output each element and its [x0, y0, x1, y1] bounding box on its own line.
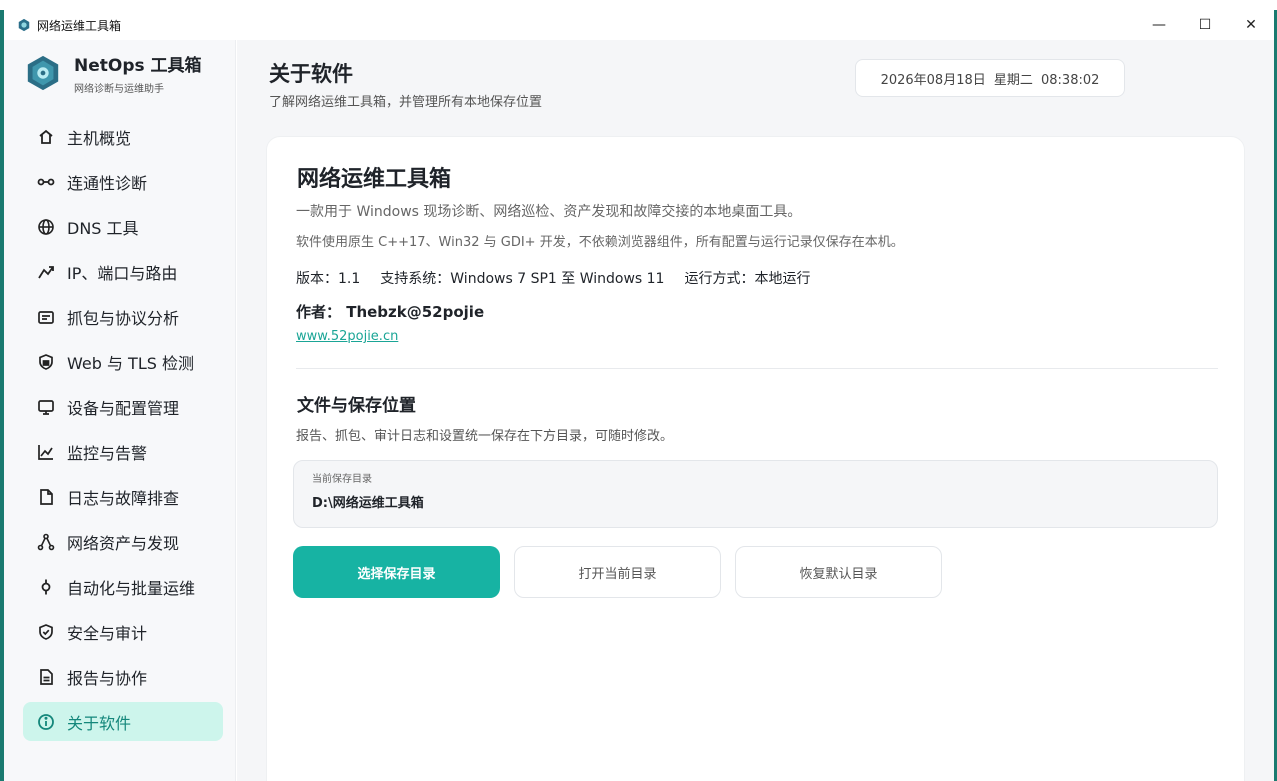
sidebar-item-packet-analysis[interactable]: 抓包与协议分析	[23, 297, 223, 336]
info-icon	[37, 713, 55, 731]
sidebar-item-logs[interactable]: 日志与故障排查	[23, 477, 223, 516]
sidebar-item-label: DNS 工具	[67, 218, 139, 238]
page-subtitle: 了解网络运维工具箱，并管理所有本地保存位置	[269, 95, 543, 110]
sidebar-item-connectivity[interactable]: 连通性诊断	[23, 162, 223, 201]
brand: NetOps 工具箱 网络诊断与运维助手	[24, 54, 202, 95]
window-top-edge	[0, 0, 1277, 10]
sidebar-item-label: 日志与故障排查	[67, 488, 180, 508]
sidebar-item-label: 抓包与协议分析	[67, 308, 180, 328]
brand-name: NetOps 工具箱	[74, 56, 202, 76]
close-button[interactable]: ✕	[1228, 10, 1274, 40]
sidebar-item-label: 主机概览	[67, 128, 132, 148]
sidebar-item-monitoring[interactable]: 监控与告警	[23, 432, 223, 471]
report-icon	[37, 668, 55, 686]
app-description: 一款用于 Windows 现场诊断、网络巡检、资产发现和故障交接的本地桌面工具。	[296, 204, 802, 220]
node-icon	[37, 578, 55, 596]
logo-icon	[27, 55, 59, 91]
divider	[296, 368, 1218, 369]
sidebar: NetOps 工具箱 网络诊断与运维助手 主机概览 连通性诊断 DNS 工具 I…	[4, 40, 236, 781]
maximize-button[interactable]: ☐	[1182, 10, 1228, 40]
app-tech-description: 软件使用原生 C++17、Win32 与 GDI+ 开发，不依赖浏览器组件，所有…	[296, 235, 904, 250]
shield-lock-icon	[37, 353, 55, 371]
app-name-heading: 网络运维工具箱	[297, 167, 452, 192]
monitor-icon	[37, 398, 55, 416]
sidebar-item-label: 关于软件	[67, 713, 132, 733]
website-link[interactable]: www.52pojie.cn	[296, 329, 398, 344]
sidebar-item-automation[interactable]: 自动化与批量运维	[23, 567, 223, 606]
sidebar-item-host-overview[interactable]: 主机概览	[23, 117, 223, 156]
brand-subtitle: 网络诊断与运维助手	[74, 84, 164, 95]
sidebar-item-label: 监控与告警	[67, 443, 148, 463]
about-card: 网络运维工具箱 一款用于 Windows 现场诊断、网络巡检、资产发现和故障交接…	[266, 136, 1245, 781]
home-icon	[37, 128, 55, 146]
route-icon	[37, 263, 55, 281]
sidebar-item-label: 网络资产与发现	[67, 533, 180, 553]
shield-check-icon	[37, 623, 55, 641]
sidebar-item-about[interactable]: 关于软件	[23, 702, 223, 741]
sidebar-item-security-audit[interactable]: 安全与审计	[23, 612, 223, 651]
sidebar-item-web-tls[interactable]: Web 与 TLS 检测	[23, 342, 223, 381]
link-icon	[37, 173, 55, 191]
topology-icon	[37, 533, 55, 551]
sidebar-item-reports[interactable]: 报告与协作	[23, 657, 223, 696]
globe-icon	[37, 218, 55, 236]
sidebar-item-label: 报告与协作	[67, 668, 148, 688]
sidebar-nav: 主机概览 连通性诊断 DNS 工具 IP、端口与路由 抓包与协议分析 Web 与…	[23, 117, 223, 747]
sidebar-item-label: Web 与 TLS 检测	[67, 353, 194, 373]
window-controls: — ☐ ✕	[1136, 10, 1274, 40]
choose-directory-button[interactable]: 选择保存目录	[293, 546, 500, 598]
reset-directory-button[interactable]: 恢复默认目录	[735, 546, 942, 598]
sidebar-item-label: IP、端口与路由	[67, 263, 178, 283]
storage-section-desc: 报告、抓包、审计日志和设置统一保存在下方目录，可随时修改。	[296, 429, 674, 444]
app-icon	[18, 18, 30, 32]
sidebar-item-ip-port-route[interactable]: IP、端口与路由	[23, 252, 223, 291]
sidebar-item-label: 安全与审计	[67, 623, 148, 643]
system-support-text: 支持系统：Windows 7 SP1 至 Windows 11	[380, 271, 665, 287]
sidebar-item-asset-discovery[interactable]: 网络资产与发现	[23, 522, 223, 561]
author-text: 作者： Thebzk@52pojie	[296, 303, 485, 321]
sidebar-item-dns[interactable]: DNS 工具	[23, 207, 223, 246]
sidebar-item-label: 自动化与批量运维	[67, 578, 196, 598]
version-text: 版本：1.1	[296, 271, 361, 287]
datetime-display: 2026年08月18日 星期二 08:38:02	[855, 59, 1125, 97]
minimize-button[interactable]: —	[1136, 10, 1182, 40]
run-mode-text: 运行方式：本地运行	[684, 271, 811, 287]
sidebar-item-label: 连通性诊断	[67, 173, 148, 193]
save-path-field[interactable]: 当前保存目录 D:\网络运维工具箱	[293, 460, 1218, 528]
file-icon	[37, 488, 55, 506]
page-title: 关于软件	[269, 62, 353, 86]
chart-icon	[37, 443, 55, 461]
save-path-value: D:\网络运维工具箱	[312, 496, 424, 511]
packet-icon	[37, 308, 55, 326]
app-meta-row: 版本：1.1 支持系统：Windows 7 SP1 至 Windows 11 运…	[296, 268, 830, 288]
sidebar-item-label: 设备与配置管理	[67, 398, 180, 418]
open-directory-button[interactable]: 打开当前目录	[514, 546, 721, 598]
title-bar[interactable]: 网络运维工具箱 — ☐ ✕	[4, 10, 1274, 40]
save-path-label: 当前保存目录	[312, 474, 372, 485]
storage-section-title: 文件与保存位置	[297, 396, 416, 416]
window-title: 网络运维工具箱	[37, 18, 122, 33]
main-content: 关于软件 了解网络运维工具箱，并管理所有本地保存位置 2026年08月18日 星…	[237, 40, 1274, 781]
sidebar-item-device-config[interactable]: 设备与配置管理	[23, 387, 223, 426]
